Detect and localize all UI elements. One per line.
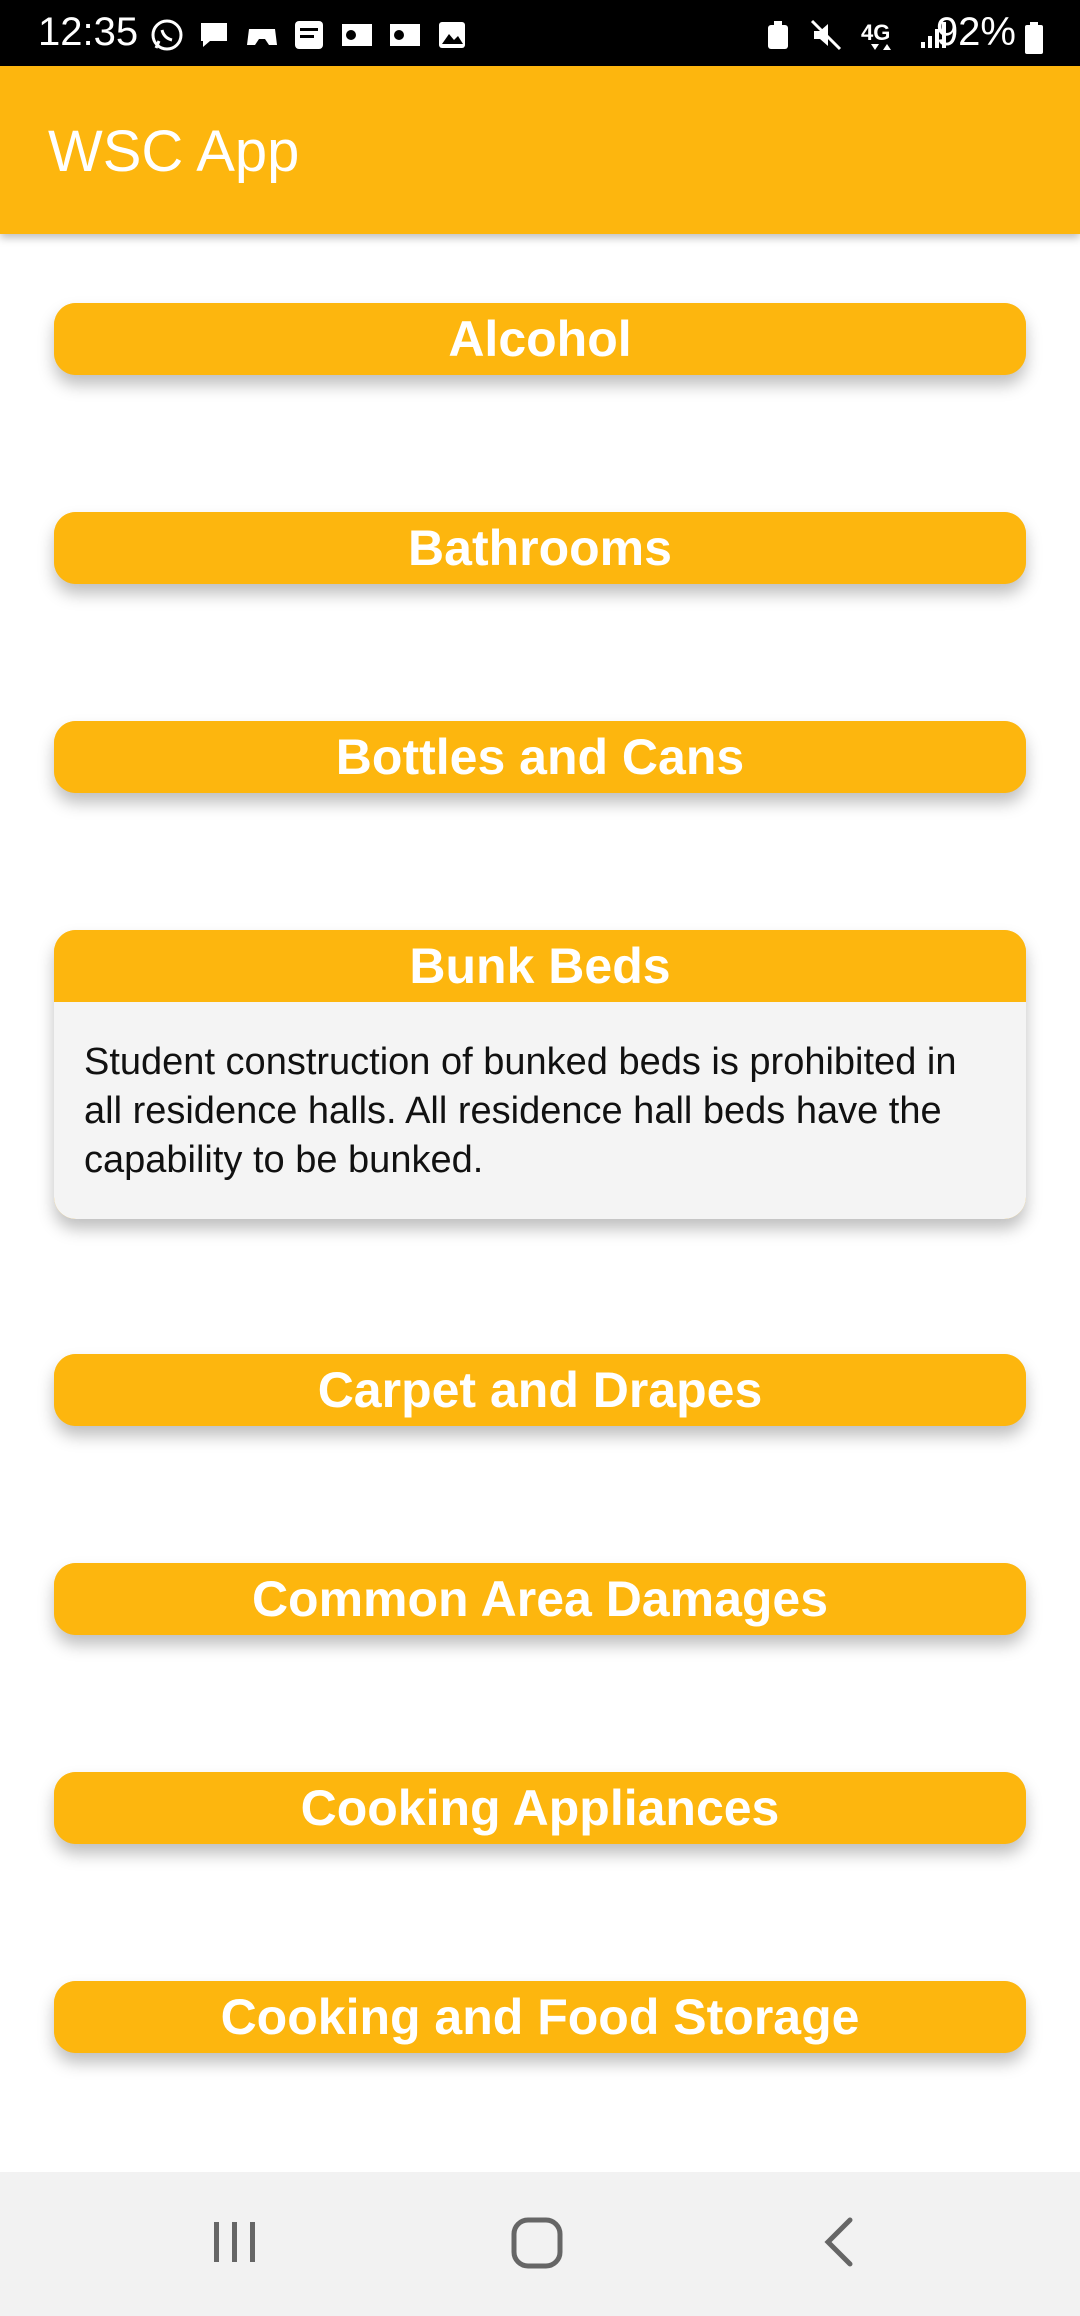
accordion-item-cooking-and-food-storage[interactable]: Cooking and Food Storage (54, 1981, 1026, 2053)
mute-icon (810, 19, 842, 56)
system-icons: 4G (764, 18, 963, 54)
accordion-header[interactable]: Cooking Appliances (54, 1772, 1026, 1844)
accordion-header[interactable]: Common Area Damages (54, 1563, 1026, 1635)
notification-icons (150, 18, 477, 54)
accordion-item-carpet-and-drapes[interactable]: Carpet and Drapes (54, 1354, 1026, 1426)
accordion-header[interactable]: Bathrooms (54, 512, 1026, 584)
accordion-item-bunk-beds[interactable]: Bunk Beds Student construction of bunked… (54, 930, 1026, 1219)
accordion-item-bathrooms[interactable]: Bathrooms (54, 512, 1026, 584)
call-filter-icon (293, 19, 325, 56)
accordion-header[interactable]: Carpet and Drapes (54, 1354, 1026, 1426)
svg-text:4G: 4G (861, 20, 890, 45)
outlook-icon (340, 20, 374, 55)
recycle-icon (764, 19, 792, 56)
battery-percent: 92% (935, 10, 1016, 54)
navigation-bar (0, 2172, 1080, 2316)
accordion-item-bottles-and-cans[interactable]: Bottles and Cans (54, 721, 1026, 793)
message-icon (198, 19, 230, 56)
accordion-header[interactable]: Bottles and Cans (54, 721, 1026, 793)
status-time: 12:35 (38, 10, 139, 54)
accordion-item-common-area-damages[interactable]: Common Area Damages (54, 1563, 1026, 1635)
whatsapp-icon (150, 18, 184, 57)
gamepad-icon (245, 19, 279, 56)
image-icon (437, 20, 467, 55)
home-icon[interactable] (508, 2212, 568, 2277)
battery-icon (1024, 22, 1044, 59)
recents-icon[interactable] (210, 2212, 260, 2277)
accordion-body: Student construction of bunked beds is p… (54, 1002, 1026, 1219)
status-bar: 12:35 4G 92% (0, 0, 1080, 66)
accordion-header[interactable]: Cooking and Food Storage (54, 1981, 1026, 2053)
app-bar: WSC App (0, 66, 1080, 234)
back-icon[interactable] (816, 2212, 866, 2277)
accordion-header[interactable]: Alcohol (54, 303, 1026, 375)
accordion-item-cooking-appliances[interactable]: Cooking Appliances (54, 1772, 1026, 1844)
4g-icon: 4G (861, 18, 901, 57)
accordion-header[interactable]: Bunk Beds (54, 930, 1026, 1002)
accordion-item-alcohol[interactable]: Alcohol (54, 303, 1026, 375)
app-title: WSC App (48, 119, 300, 184)
outlook-icon-2 (388, 20, 422, 55)
